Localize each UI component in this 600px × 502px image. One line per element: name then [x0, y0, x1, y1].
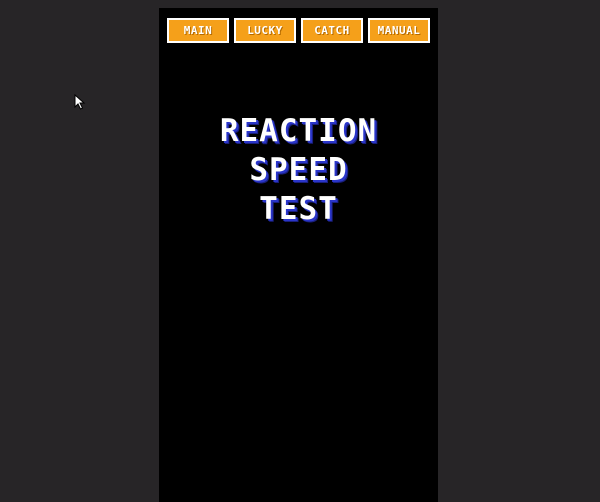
game-title: REACTION SPEED TEST: [159, 112, 438, 229]
game-screen[interactable]: MAIN LUCKY CATCH MANUAL REACTION SPEED T…: [159, 8, 438, 502]
mode-nav: MAIN LUCKY CATCH MANUAL: [167, 18, 430, 43]
title-line-test: TEST: [259, 191, 338, 227]
title-line-reaction: REACTION: [219, 113, 378, 149]
desktop-background: MAIN LUCKY CATCH MANUAL REACTION SPEED T…: [0, 0, 600, 502]
main-button[interactable]: MAIN: [167, 18, 229, 43]
mouse-pointer-icon: [74, 94, 86, 110]
manual-button[interactable]: MANUAL: [368, 18, 430, 43]
title-line-speed: SPEED: [249, 152, 348, 188]
lucky-button[interactable]: LUCKY: [234, 18, 296, 43]
catch-button[interactable]: CATCH: [301, 18, 363, 43]
